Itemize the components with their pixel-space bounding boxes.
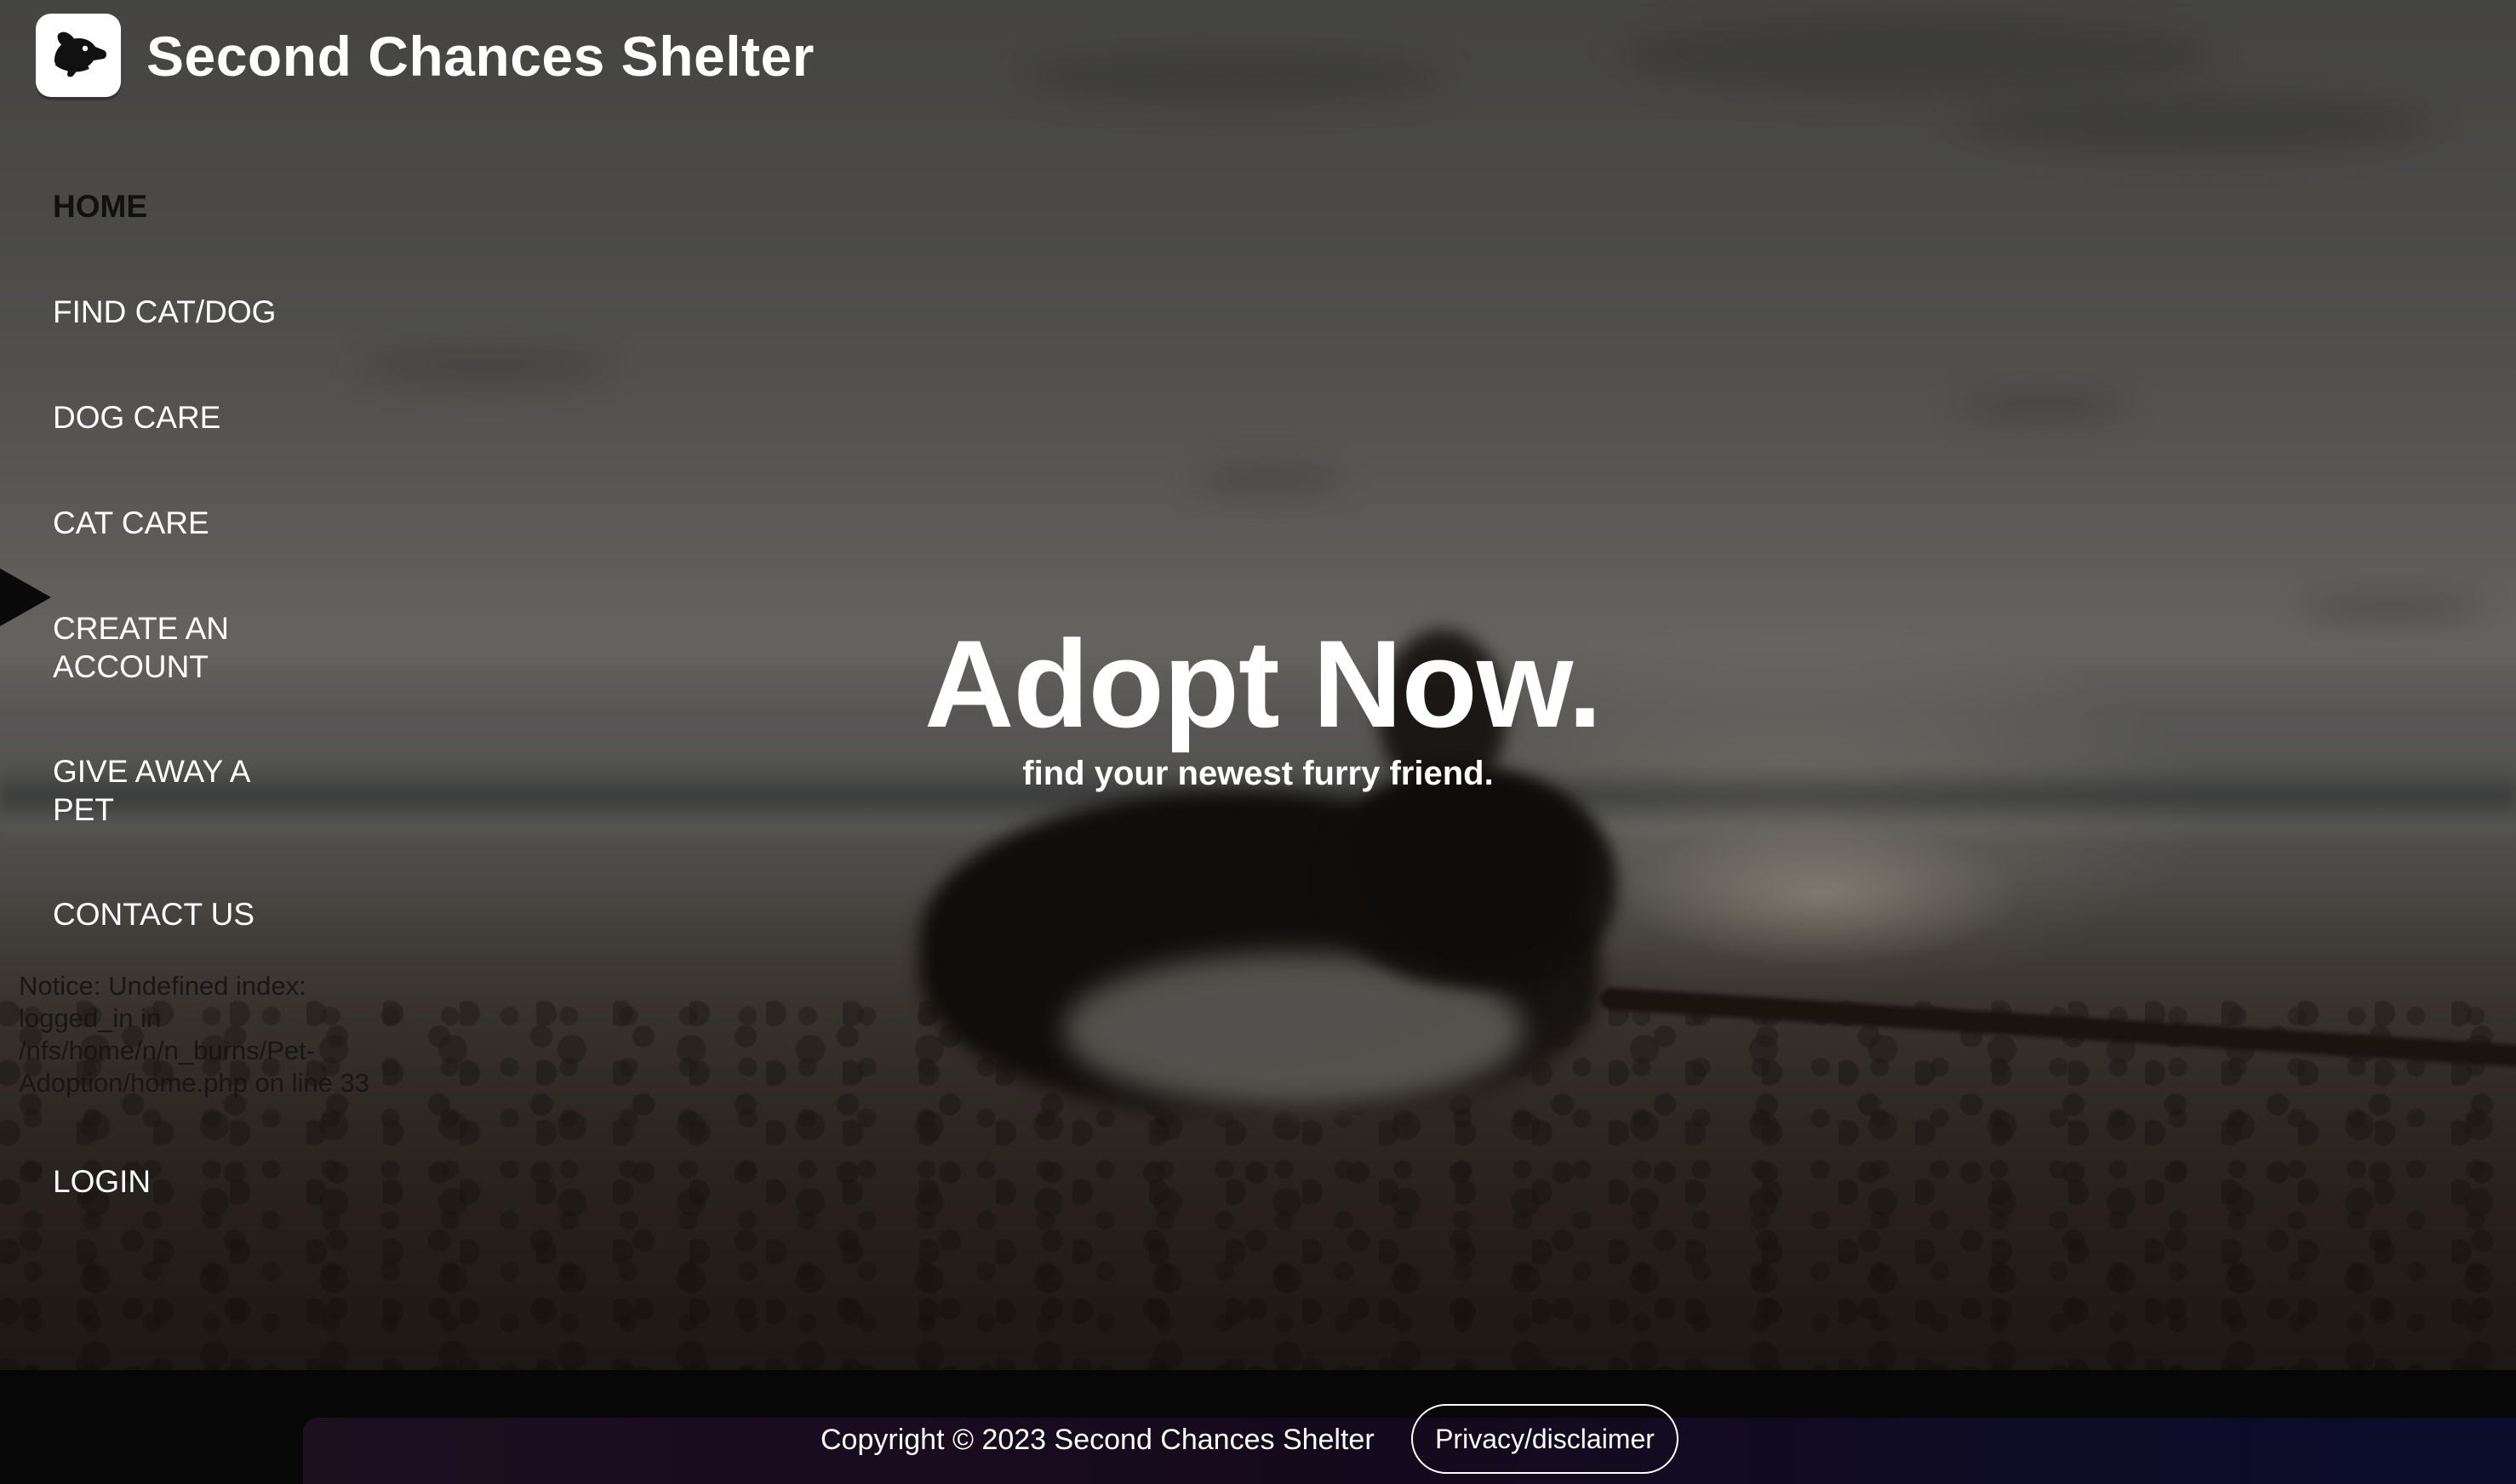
page: Second Chances Shelter HOME FIND CAT/DOG…	[0, 0, 2516, 1484]
privacy-disclaimer-button[interactable]: Privacy/disclaimer	[1411, 1404, 1678, 1474]
site-title[interactable]: Second Chances Shelter	[146, 24, 815, 88]
nav-item-dog-care[interactable]: DOG CARE	[53, 398, 220, 437]
nav-item-cat-care[interactable]: CAT CARE	[53, 504, 209, 542]
footer-bar	[303, 1418, 2516, 1484]
nav-item-home[interactable]: HOME	[53, 187, 147, 225]
nav-item-create-account[interactable]: CREATE AN ACCOUNT	[53, 609, 266, 686]
hero-subtitle: find your newest furry friend.	[1022, 755, 1494, 792]
nav-item-login[interactable]: LOGIN	[53, 1162, 151, 1201]
php-notice: Notice: Undefined index: logged_in in /n…	[19, 971, 369, 1098]
site-logo[interactable]	[36, 14, 121, 97]
copyright-text: Copyright © 2023 Second Chances Shelter	[821, 1424, 1375, 1456]
dog-head-icon	[54, 31, 106, 77]
nav-item-contact-us[interactable]: CONTACT US	[53, 895, 254, 933]
hero-title: Adopt Now.	[924, 614, 1603, 753]
nav-item-give-away-pet[interactable]: GIVE AWAY A PET	[53, 752, 283, 829]
nav-item-find-cat-dog[interactable]: FIND CAT/DOG	[53, 293, 276, 331]
